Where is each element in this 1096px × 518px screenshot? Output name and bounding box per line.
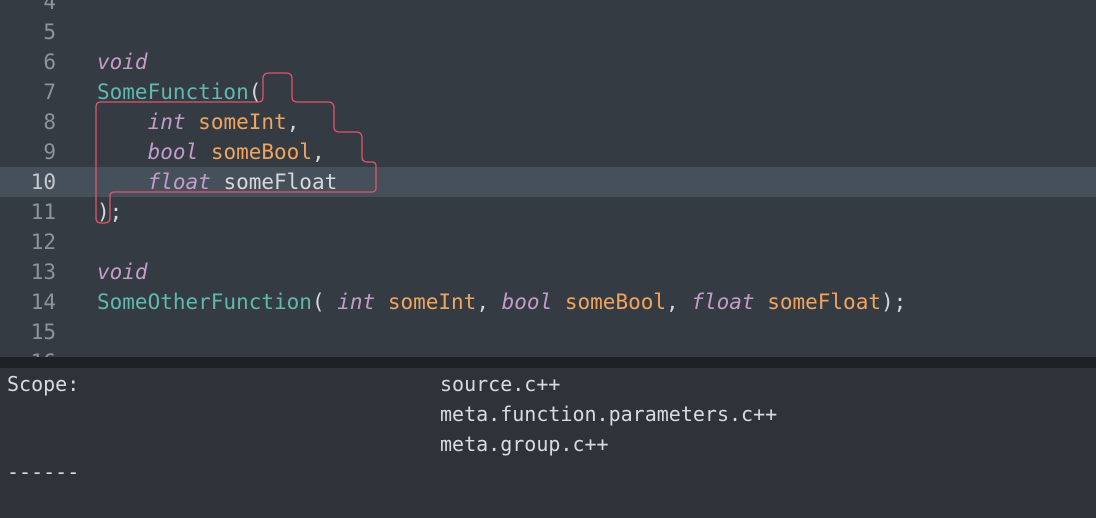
code-text: void — [97, 257, 148, 287]
line-number: 16 — [0, 347, 56, 357]
code-token: int — [147, 110, 186, 134]
code-line[interactable]: 7 SomeFunction( — [0, 77, 1096, 107]
line-number: 15 — [30, 320, 56, 344]
code-line[interactable]: 14 SomeOtherFunction( int someInt, bool s… — [0, 287, 1096, 317]
code-token: , — [286, 110, 300, 134]
code-token: float — [147, 170, 211, 194]
code-text: void — [97, 47, 148, 77]
code-token: ( — [248, 80, 262, 104]
code-token: void — [97, 50, 148, 74]
code-line[interactable]: 8 int someInt, — [0, 107, 1096, 137]
line-number: 14 — [30, 290, 56, 314]
panel-splitter[interactable] — [0, 357, 1096, 368]
line-number: 4 — [43, 0, 56, 14]
code-token: SomeFunction — [97, 80, 249, 104]
line-number: 9 — [43, 140, 56, 164]
code-token: someInt — [387, 290, 477, 314]
code-token: someInt — [198, 110, 287, 134]
code-token: bool — [147, 140, 199, 164]
code-text: int someInt, — [97, 107, 300, 137]
code-text: SomeOtherFunction( int someInt, bool som… — [97, 287, 906, 317]
code-line[interactable]: 16 — [0, 347, 1096, 357]
code-token: , — [476, 290, 502, 314]
line-number: 7 — [43, 80, 56, 104]
line-number: 10 — [30, 170, 56, 194]
code-text: float someFloat — [97, 167, 338, 197]
code-line[interactable]: 13 void — [0, 257, 1096, 287]
code-token: someBool — [210, 140, 312, 164]
code-line[interactable]: 5 — [0, 17, 1096, 47]
scope-item: meta.function.parameters.c++ — [440, 402, 778, 426]
code-token: someBool — [564, 290, 667, 314]
code-token: ( — [311, 290, 338, 314]
code-line[interactable]: 4 — [0, 0, 1096, 17]
code-editor[interactable]: 4 5 6 void 7 SomeFunction(8 int someInt, 9 boo… — [0, 0, 1096, 357]
code-token: bool — [501, 290, 553, 314]
code-text: bool someBool, — [97, 137, 325, 167]
line-number: 12 — [30, 230, 56, 254]
code-token: ) — [97, 200, 110, 224]
code-token: someFloat — [223, 170, 338, 194]
scope-panel: Scope: source.c++ meta.function.paramete… — [0, 368, 1096, 518]
code-token: ); — [881, 290, 907, 314]
code-line[interactable]: 12 — [0, 227, 1096, 257]
code-token: float — [691, 290, 755, 314]
code-text: SomeFunction( — [97, 77, 261, 107]
scope-item: source.c++ — [440, 372, 561, 396]
code-line[interactable]: 15 — [0, 317, 1096, 347]
line-number: 13 — [30, 260, 56, 284]
code-line[interactable]: 11); — [0, 197, 1096, 227]
code-text: ); — [97, 197, 122, 227]
scope-separator: ------ — [7, 460, 80, 484]
code-line-current[interactable]: 10 float someFloat — [0, 167, 1096, 197]
code-token: void — [97, 260, 148, 284]
line-number: 6 — [43, 50, 56, 74]
line-number: 11 — [30, 200, 56, 224]
code-token: SomeOtherFunction — [97, 290, 312, 314]
code-token: , — [311, 140, 325, 164]
code-line[interactable]: 6 void — [0, 47, 1096, 77]
code-token: int — [337, 290, 376, 314]
code-token: , — [666, 290, 692, 314]
scope-label: Scope: — [7, 372, 80, 396]
code-token: someFloat — [767, 290, 881, 314]
code-token: ; — [109, 200, 123, 224]
code-line[interactable]: 9 bool someBool, — [0, 137, 1096, 167]
line-number: 5 — [43, 20, 56, 44]
scope-item: meta.group.c++ — [440, 432, 609, 456]
line-number: 8 — [43, 110, 56, 134]
